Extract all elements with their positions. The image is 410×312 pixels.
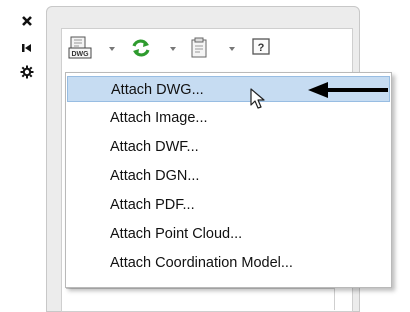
panel-divider-vertical (334, 288, 335, 310)
menu-item-label: Attach DWG... (111, 82, 204, 98)
panel-divider (66, 288, 334, 289)
menu-item-attach-image[interactable]: Attach Image... (67, 105, 390, 131)
attach-dwg-icon[interactable]: DWG (68, 36, 92, 59)
clipboard-dropdown-arrow[interactable] (229, 47, 235, 51)
close-icon[interactable] (20, 14, 34, 28)
clipboard-icon[interactable] (188, 36, 210, 60)
menu-item-attach-coordination-model[interactable]: Attach Coordination Model... (67, 250, 390, 276)
svg-text:?: ? (258, 42, 265, 54)
menu-item-attach-dgn[interactable]: Attach DGN... (67, 163, 390, 189)
gear-icon[interactable] (20, 65, 34, 79)
help-icon[interactable]: ? (252, 38, 270, 56)
svg-text:DWG: DWG (71, 51, 89, 58)
mouse-cursor-icon (250, 88, 266, 110)
menu-item-label: Attach DWF... (110, 139, 199, 155)
menu-item-attach-point-cloud[interactable]: Attach Point Cloud... (67, 221, 390, 247)
menu-item-label: Attach Point Cloud... (110, 226, 243, 242)
refresh-dropdown-arrow[interactable] (170, 47, 176, 51)
menu-item-label: Attach Image... (110, 110, 208, 126)
palette-title-strip (0, 0, 48, 310)
menu-item-label: Attach PDF... (110, 197, 195, 213)
refresh-icon[interactable] (130, 37, 152, 59)
attach-dropdown-arrow[interactable] (109, 47, 115, 51)
callout-arrow-icon (306, 80, 390, 100)
menu-item-label: Attach Coordination Model... (110, 255, 293, 271)
pin-icon[interactable] (20, 41, 34, 55)
menu-item-attach-pdf[interactable]: Attach PDF... (67, 192, 390, 218)
attach-dropdown-menu: Attach DWG... Attach Image... Attach DWF… (65, 72, 392, 288)
menu-item-attach-dwf[interactable]: Attach DWF... (67, 134, 390, 160)
menu-item-label: Attach DGN... (110, 168, 200, 184)
